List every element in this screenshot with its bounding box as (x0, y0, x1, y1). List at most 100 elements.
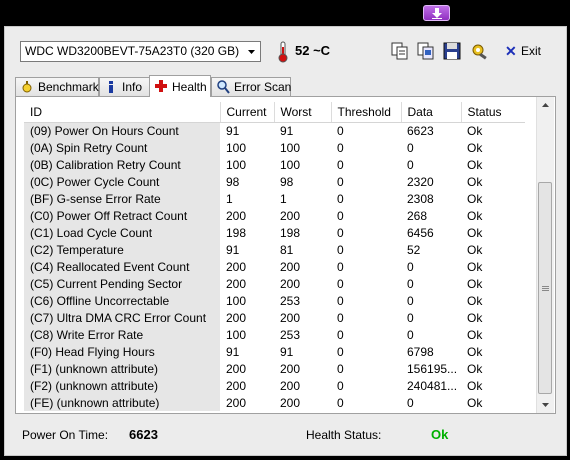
cell-worst: 1 (280, 191, 287, 206)
column-header-threshold[interactable]: Threshold (331, 102, 402, 123)
table-row[interactable]: (C5) Current Pending Sector 200 200 0 0 Ok (24, 275, 525, 292)
cell-current: 100 (226, 293, 247, 308)
scroll-down-button[interactable] (537, 396, 554, 413)
cell-id: (C7) Ultra DMA CRC Error Count (24, 309, 220, 326)
column-header-data[interactable]: Data (401, 102, 462, 123)
cell-status: Ok (467, 208, 483, 223)
cell-status: Ok (467, 225, 483, 240)
cell-current: 200 (226, 259, 247, 274)
table-row[interactable]: (F2) (unknown attribute) 200 200 0 240481...… (24, 377, 525, 394)
tab-health[interactable]: Health (149, 75, 211, 97)
cell-current: 200 (226, 276, 247, 291)
cell-id: (0C) Power Cycle Count (24, 173, 220, 190)
column-header-worst[interactable]: Worst (274, 102, 332, 123)
table-row[interactable]: (0B) Calibration Retry Count 100 100 0 0 Ok (24, 156, 525, 173)
cell-worst: 200 (280, 208, 301, 223)
table-row[interactable]: (C0) Power Off Retract Count 200 200 0 268 Ok (24, 207, 525, 224)
tab-label: Health (172, 80, 207, 94)
copy-icon (391, 42, 408, 60)
cell-current: 200 (226, 395, 247, 410)
cell-data: 0 (407, 276, 414, 291)
table-row[interactable]: (BF) G-sense Error Rate 1 1 0 2308 Ok (24, 190, 525, 207)
cell-threshold: 0 (337, 191, 344, 206)
cell-threshold: 0 (337, 378, 344, 393)
table-row[interactable]: (C7) Ultra DMA CRC Error Count 200 200 0 0 Ok (24, 309, 525, 326)
column-header-current[interactable]: Current (220, 102, 275, 123)
cell-worst: 91 (280, 123, 294, 138)
cell-threshold: 0 (337, 276, 344, 291)
cell-id: (F1) (unknown attribute) (24, 360, 220, 377)
cell-threshold: 0 (337, 310, 344, 325)
table-row[interactable]: (F0) Head Flying Hours 91 91 0 6798 Ok (24, 343, 525, 360)
cell-threshold: 0 (337, 140, 344, 155)
cell-current: 100 (226, 157, 247, 172)
cell-status: Ok (467, 276, 483, 291)
cell-data: 2320 (407, 174, 434, 189)
table-row[interactable]: (0A) Spin Retry Count 100 100 0 0 Ok (24, 139, 525, 156)
cell-current: 91 (226, 123, 240, 138)
cell-status: Ok (467, 174, 483, 189)
copy-text-button[interactable] (390, 41, 410, 61)
cell-worst: 100 (280, 157, 301, 172)
floppy-disk-icon (443, 42, 461, 60)
cell-current: 91 (226, 242, 240, 257)
temperature-value: 52 ~C (295, 43, 331, 58)
tab-info[interactable]: Info (99, 77, 150, 96)
cell-id: (C1) Load Cycle Count (24, 224, 220, 241)
cell-worst: 198 (280, 225, 301, 240)
cell-id: (C5) Current Pending Sector (24, 275, 220, 292)
cell-current: 200 (226, 361, 247, 376)
tab-error-scan[interactable]: Error Scan (211, 77, 291, 96)
cell-threshold: 0 (337, 157, 344, 172)
cell-current: 200 (226, 310, 247, 325)
cell-data: 0 (407, 310, 414, 325)
thermometer-icon (278, 41, 288, 63)
scrollbar-thumb[interactable] (538, 182, 552, 394)
cell-current: 200 (226, 208, 247, 223)
table-row[interactable]: (F1) (unknown attribute) 200 200 0 156195...… (24, 360, 525, 377)
table-row[interactable]: (FE) (unknown attribute) 200 200 0 0 Ok (24, 394, 525, 411)
table-row[interactable]: (C8) Write Error Rate 100 253 0 0 Ok (24, 326, 525, 343)
cell-id: (FE) (unknown attribute) (24, 394, 220, 411)
copy-screenshot-button[interactable] (416, 41, 436, 61)
scroll-up-button[interactable] (537, 97, 554, 114)
save-button[interactable] (442, 41, 462, 61)
table-row[interactable]: (C1) Load Cycle Count 198 198 0 6456 Ok (24, 224, 525, 241)
cell-threshold: 0 (337, 327, 344, 342)
grip-line (542, 288, 549, 289)
cell-worst: 100 (280, 140, 301, 155)
cell-status: Ok (467, 327, 483, 342)
options-button[interactable] (470, 41, 490, 61)
drive-select[interactable]: WDC WD3200BEVT-75A23T0 (320 GB) (20, 41, 261, 62)
table-row[interactable]: (09) Power On Hours Count 91 91 0 6623 Ok (24, 122, 525, 139)
vertical-scrollbar[interactable] (536, 97, 554, 413)
column-header-id[interactable]: ID (24, 102, 221, 123)
column-header-status[interactable]: Status (461, 102, 525, 123)
table-row[interactable]: (0C) Power Cycle Count 98 98 0 2320 Ok (24, 173, 525, 190)
smart-table: ID Current Worst Threshold Data Status (… (24, 102, 525, 411)
cell-worst: 200 (280, 395, 301, 410)
cell-current: 100 (226, 327, 247, 342)
health-icon (155, 80, 167, 92)
tab-label: Error Scan (234, 80, 292, 94)
cell-worst: 91 (280, 344, 294, 359)
tab-benchmark[interactable]: Benchmark (15, 77, 99, 96)
exit-label: Exit (521, 44, 542, 58)
exit-button[interactable]: ✕ Exit (505, 42, 545, 60)
cell-data: 156195... (407, 361, 458, 376)
cell-data: 0 (407, 395, 414, 410)
table-row[interactable]: (C4) Reallocated Event Count 200 200 0 0 Ok (24, 258, 525, 275)
cell-current: 200 (226, 378, 247, 393)
minimize-button[interactable] (423, 5, 450, 21)
table-row[interactable]: (C2) Temperature 91 81 0 52 Ok (24, 241, 525, 258)
magnifier-icon (217, 80, 230, 94)
cell-status: Ok (467, 191, 483, 206)
cell-data: 6456 (407, 225, 434, 240)
cell-id: (09) Power On Hours Count (24, 122, 220, 139)
tab-label: Info (122, 80, 143, 94)
cell-data: 6623 (407, 123, 434, 138)
table-row[interactable]: (C6) Offline Uncorrectable 100 253 0 0 Ok (24, 292, 525, 309)
cell-status: Ok (467, 259, 483, 274)
tab-label: Benchmark (38, 80, 99, 94)
cell-id: (F2) (unknown attribute) (24, 377, 220, 394)
